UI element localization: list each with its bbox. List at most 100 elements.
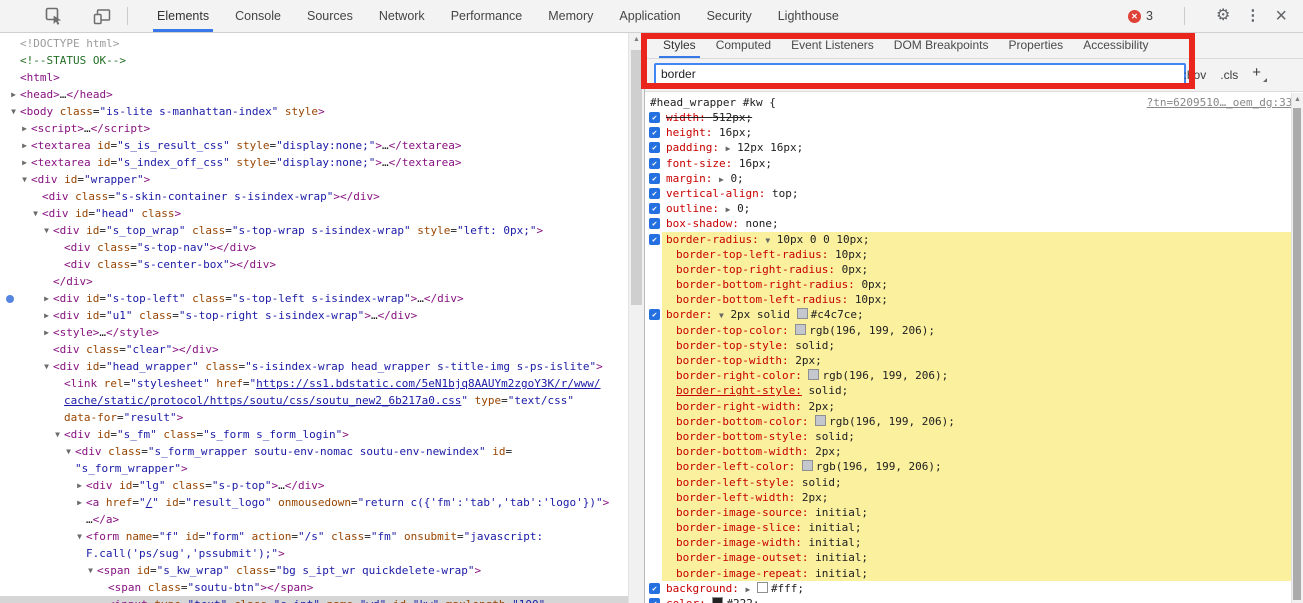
sidebar-tab-properties[interactable]: Properties xyxy=(998,33,1073,58)
color-swatch[interactable] xyxy=(796,308,808,320)
dom-tree-line[interactable]: <div class="s-skin-container s-isindex-w… xyxy=(0,188,628,205)
expand-arrow-closed-icon[interactable]: ▶ xyxy=(19,154,30,171)
property-toggle-checkbox[interactable]: ✔ xyxy=(649,172,660,184)
styles-panel-scrollbar[interactable]: ▲ xyxy=(1291,93,1303,603)
style-property-row[interactable]: border-image-slice: initial; xyxy=(645,520,1303,536)
property-name[interactable]: border-left-style: xyxy=(676,476,795,489)
color-swatch[interactable] xyxy=(808,369,820,381)
dom-tree-line[interactable]: "s_form_wrapper"> xyxy=(0,460,628,477)
expand-arrow-open-icon[interactable]: ▼ xyxy=(41,358,52,375)
expand-arrow-closed-icon[interactable]: ▶ xyxy=(8,86,19,103)
style-property-row[interactable]: border-right-color: rgb(196, 199, 206); xyxy=(645,368,1303,384)
dom-tree-line[interactable]: ▼ <div id="head_wrapper" class="s-isindex… xyxy=(0,358,628,375)
node-options-dots-icon[interactable]: ⋯ xyxy=(3,596,10,603)
dom-tree-line[interactable]: ⋯<input type="text" class="s_ipt" name="… xyxy=(0,596,628,603)
shorthand-expand-arrow-closed-icon[interactable]: ▶ xyxy=(726,205,731,214)
dom-tree-line[interactable]: ▼ <body class="is-lite s-manhattan-index"… xyxy=(0,103,628,120)
dom-tree-line[interactable]: ▼ <div id="s_fm" class="s_form s_form_log… xyxy=(0,426,628,443)
dom-tree-line[interactable]: ▶ <div id="lg" class="s-p-top">…</div> xyxy=(0,477,628,494)
dom-tree-line[interactable]: ▼ <div class="s_form_wrapper soutu-env-no… xyxy=(0,443,628,460)
expand-arrow-open-icon[interactable]: ▼ xyxy=(8,103,19,120)
expand-arrow-closed-icon[interactable]: ▶ xyxy=(41,290,52,307)
console-error-badge[interactable]: ✕ 3 xyxy=(1128,9,1153,23)
scrollbar-thumb[interactable] xyxy=(1293,108,1301,600)
property-name[interactable]: outline: xyxy=(666,202,719,215)
property-name[interactable]: border-top-color: xyxy=(676,324,789,337)
style-property-row[interactable]: border-top-width: 2px; xyxy=(645,353,1303,369)
shorthand-expand-arrow-open-icon[interactable]: ▼ xyxy=(719,311,724,320)
property-name[interactable]: border-bottom-style: xyxy=(676,430,808,443)
expand-arrow-open-icon[interactable]: ▼ xyxy=(52,426,63,443)
property-name[interactable]: border-right-style: xyxy=(676,384,802,397)
property-toggle-checkbox[interactable]: ✔ xyxy=(649,157,660,169)
property-name[interactable]: color: xyxy=(666,597,706,603)
attribute-value-link[interactable]: cache/static/protocol/https/soutu/css/so… xyxy=(64,394,461,407)
property-name[interactable]: font-size: xyxy=(666,157,732,170)
property-name[interactable]: margin: xyxy=(666,172,712,185)
expand-arrow-closed-icon[interactable]: ▶ xyxy=(74,494,85,511)
style-property-row[interactable]: border-bottom-color: rgb(196, 199, 206); xyxy=(645,413,1303,429)
shorthand-expand-arrow-closed-icon[interactable]: ▶ xyxy=(719,175,724,184)
dom-tree-line[interactable]: ▶ <div id="u1" class="s-top-right s-isind… xyxy=(0,307,628,324)
property-name[interactable]: border-top-right-radius: xyxy=(676,263,835,276)
color-swatch[interactable] xyxy=(756,581,768,593)
tab-application[interactable]: Application xyxy=(606,0,693,32)
style-property-row[interactable]: ✔ background: ▶ #fff; xyxy=(645,581,1303,596)
element-classes-button[interactable]: .cls xyxy=(1220,68,1238,82)
expand-arrow-closed-icon[interactable]: ▶ xyxy=(19,137,30,154)
settings-gear-icon[interactable]: ⚙ xyxy=(1216,8,1230,24)
style-property-row[interactable]: border-top-style: solid; xyxy=(645,337,1303,353)
dom-tree-line[interactable]: ▶ <style>…</style> xyxy=(0,324,628,341)
property-name[interactable]: border-left-color: xyxy=(676,460,795,473)
sidebar-tab-styles[interactable]: Styles xyxy=(653,33,706,58)
style-property-row[interactable]: border-right-width: 2px; xyxy=(645,398,1303,414)
tab-memory[interactable]: Memory xyxy=(535,0,606,32)
style-property-row[interactable]: ✔ outline: ▶ 0; xyxy=(645,201,1303,216)
property-toggle-checkbox[interactable]: ✔ xyxy=(649,309,660,321)
style-property-row[interactable]: ✔ color: #222; xyxy=(645,596,1303,603)
expand-arrow-closed-icon[interactable]: ▶ xyxy=(74,477,85,494)
property-toggle-checkbox[interactable]: ✔ xyxy=(649,187,660,199)
style-property-row[interactable]: border-top-left-radius: 10px; xyxy=(645,246,1303,262)
dom-tree-line[interactable]: <span class="soutu-btn"></span> xyxy=(0,579,628,596)
expand-arrow-open-icon[interactable]: ▼ xyxy=(63,443,74,460)
dom-tree-line[interactable]: ▶ <head>…</head> xyxy=(0,86,628,103)
kebab-menu-icon[interactable]: ⋮ xyxy=(1245,8,1260,24)
style-property-row[interactable]: ✔ box-shadow: none; xyxy=(645,216,1303,231)
shorthand-expand-arrow-closed-icon[interactable]: ▶ xyxy=(726,144,731,153)
style-property-row[interactable]: border-left-width: 2px; xyxy=(645,489,1303,505)
sidebar-tab-computed[interactable]: Computed xyxy=(706,33,781,58)
style-property-row[interactable]: border-image-width: initial; xyxy=(645,535,1303,551)
property-name[interactable]: height: xyxy=(666,126,712,139)
property-name[interactable]: border-image-width: xyxy=(676,536,802,549)
color-swatch[interactable] xyxy=(712,597,724,603)
style-property-row[interactable]: ✔ vertical-align: top; xyxy=(645,186,1303,201)
property-name[interactable]: border-image-source: xyxy=(676,506,808,519)
expand-arrow-closed-icon[interactable]: ▶ xyxy=(41,307,52,324)
expand-arrow-open-icon[interactable]: ▼ xyxy=(30,205,41,222)
property-name[interactable]: width: xyxy=(666,111,706,124)
tab-lighthouse[interactable]: Lighthouse xyxy=(765,0,852,32)
style-property-row[interactable]: border-bottom-style: solid; xyxy=(645,428,1303,445)
dom-tree-line[interactable]: ▼ <div id="wrapper"> xyxy=(0,171,628,188)
property-name[interactable]: border-right-color: xyxy=(676,369,802,382)
expand-arrow-open-icon[interactable]: ▼ xyxy=(19,171,30,188)
dom-tree-line[interactable]: ▶ <a href="/" id="result_logo" onmousedow… xyxy=(0,494,628,511)
dom-tree-line[interactable]: <link rel="stylesheet" href="https://ss1… xyxy=(0,375,628,392)
style-property-row[interactable]: border-bottom-width: 2px; xyxy=(645,444,1303,460)
style-property-row[interactable]: border-bottom-right-radius: 0px; xyxy=(645,277,1303,293)
shorthand-expand-arrow-closed-icon[interactable]: ▶ xyxy=(745,585,750,594)
expand-arrow-open-icon[interactable]: ▼ xyxy=(85,562,96,579)
dom-tree-line[interactable]: ▶ <textarea id="s_index_off_css" style="d… xyxy=(0,154,628,171)
style-property-row[interactable]: border-left-style: solid; xyxy=(645,474,1303,490)
dom-tree-line[interactable]: ▼ <span id="s_kw_wrap" class="bg s_ipt_wr… xyxy=(0,562,628,579)
property-name[interactable]: vertical-align: xyxy=(666,187,765,200)
tab-elements[interactable]: Elements xyxy=(144,0,222,32)
styles-filter-input[interactable] xyxy=(654,63,1186,85)
style-property-row[interactable]: border-left-color: rgb(196, 199, 206); xyxy=(645,459,1303,475)
property-name[interactable]: border-image-outset: xyxy=(676,551,808,564)
property-name[interactable]: border-top-style: xyxy=(676,339,789,352)
property-name[interactable]: border-left-width: xyxy=(676,491,795,504)
new-style-rule-button[interactable]: + xyxy=(1252,65,1267,82)
dom-tree-line[interactable]: ▶ <div id="s-top-left" class="s-top-left … xyxy=(0,290,628,307)
